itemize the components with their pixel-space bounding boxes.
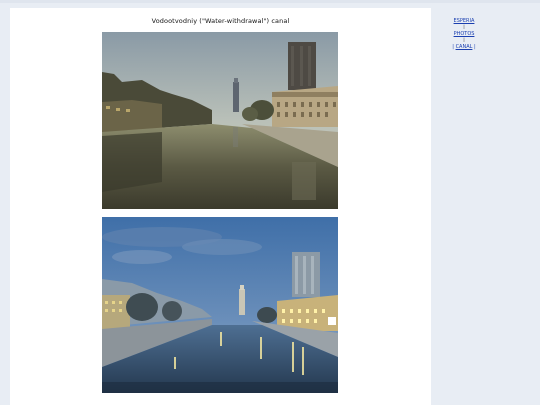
nav-current-canal[interactable]: | CANAL | <box>444 44 484 50</box>
main-content: Vodootvodniy ("Water-withdrawal") canal <box>10 8 431 405</box>
nav-current-prefix: | <box>452 44 454 50</box>
nav-current-suffix: | <box>474 44 476 50</box>
canal-photo-dusk <box>102 32 338 209</box>
page-title: Vodootvodniy ("Water-withdrawal") canal <box>151 17 290 25</box>
nav-link-canal[interactable]: CANAL <box>456 44 473 50</box>
top-border <box>0 0 540 3</box>
canal-photo-evening <box>102 217 338 393</box>
nav-separator: | <box>463 25 465 30</box>
side-navigation: ESPERIA | PHOTOS | | CANAL | <box>444 18 484 50</box>
nav-separator: | <box>463 38 465 43</box>
